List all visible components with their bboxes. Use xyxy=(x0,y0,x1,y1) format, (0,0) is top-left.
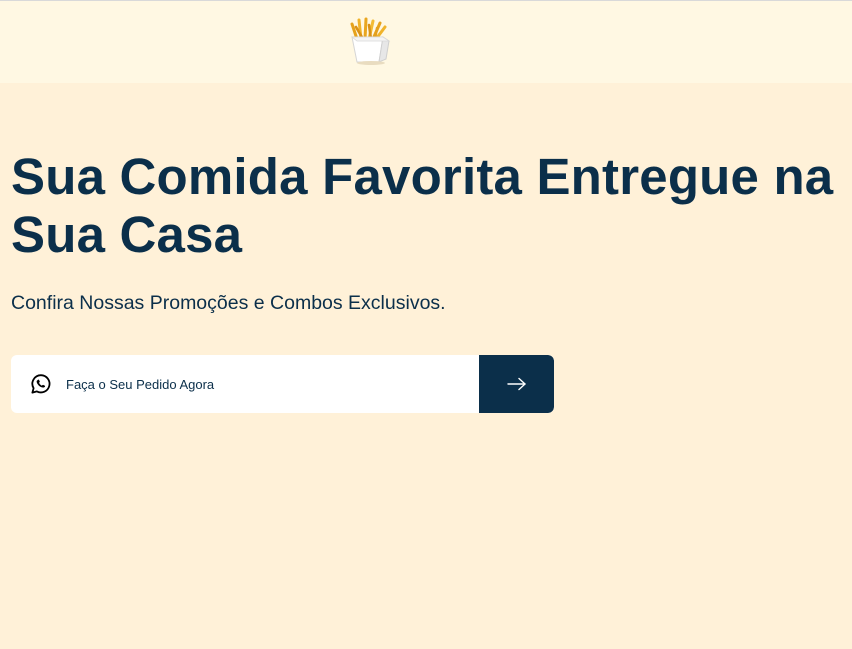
hero-title: Sua Comida Favorita Entregue na Sua Casa xyxy=(11,148,834,263)
logo[interactable] xyxy=(345,15,397,67)
french-fries-icon xyxy=(350,17,391,65)
submit-order-button[interactable] xyxy=(479,355,554,413)
arrow-right-icon xyxy=(506,377,526,391)
hero-subtitle: Confira Nossas Promoções e Combos Exclus… xyxy=(11,292,446,314)
whatsapp-icon xyxy=(30,373,52,395)
order-input[interactable] xyxy=(66,355,476,413)
site-header xyxy=(0,1,852,83)
order-form xyxy=(11,355,554,413)
